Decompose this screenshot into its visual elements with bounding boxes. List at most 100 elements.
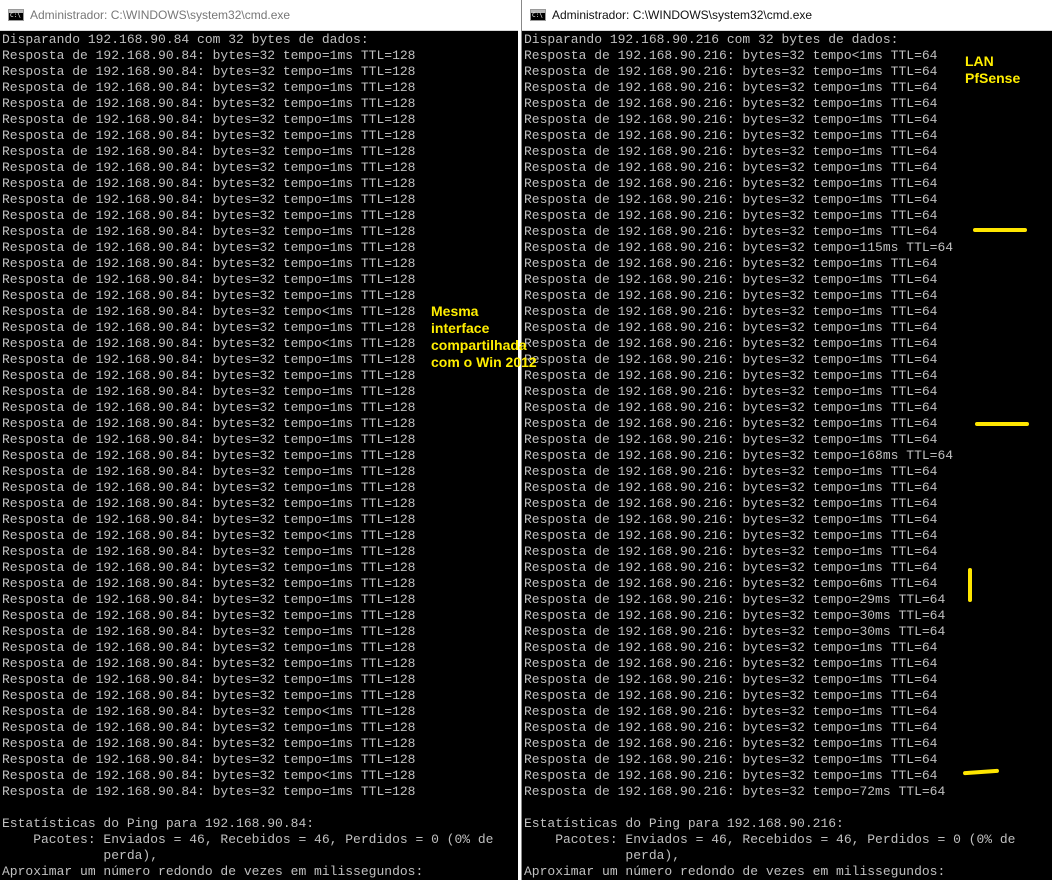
console-line: Aproximar um número redondo de vezes em … (2, 864, 424, 879)
console-line: Resposta de 192.168.90.84: bytes=32 temp… (2, 64, 416, 79)
console-line: Resposta de 192.168.90.84: bytes=32 temp… (2, 656, 416, 671)
console-line: Estatísticas do Ping para 192.168.90.216… (524, 816, 844, 831)
console-line: Aproximar um número redondo de vezes em … (524, 864, 946, 879)
console-line: Resposta de 192.168.90.216: bytes=32 tem… (524, 560, 938, 575)
console-line: Resposta de 192.168.90.84: bytes=32 temp… (2, 592, 416, 607)
window-title: Administrador: C:\WINDOWS\system32\cmd.e… (30, 8, 291, 22)
console-line: Resposta de 192.168.90.84: bytes=32 temp… (2, 720, 416, 735)
console-line: Resposta de 192.168.90.216: bytes=32 tem… (524, 528, 938, 543)
console-line: Resposta de 192.168.90.84: bytes=32 temp… (2, 560, 416, 575)
console-line: Resposta de 192.168.90.216: bytes=32 tem… (524, 144, 938, 159)
console-line: Resposta de 192.168.90.84: bytes=32 temp… (2, 416, 416, 431)
console-line: Resposta de 192.168.90.84: bytes=32 temp… (2, 496, 416, 511)
console-line: Resposta de 192.168.90.84: bytes=32 temp… (2, 80, 416, 95)
console-line: Resposta de 192.168.90.216: bytes=32 tem… (524, 736, 938, 751)
console-line: Resposta de 192.168.90.84: bytes=32 temp… (2, 704, 416, 719)
console-line: Resposta de 192.168.90.84: bytes=32 temp… (2, 288, 416, 303)
console-line: Resposta de 192.168.90.84: bytes=32 temp… (2, 112, 416, 127)
console-line: Resposta de 192.168.90.84: bytes=32 temp… (2, 400, 416, 415)
annotation-text-right: LAN PfSense (965, 53, 1021, 86)
console-line: Resposta de 192.168.90.216: bytes=32 tem… (524, 592, 946, 607)
annotation-text-left: Mesma interface compartilhada com o Win … (431, 303, 537, 370)
console-line: Resposta de 192.168.90.216: bytes=32 tem… (524, 224, 938, 239)
console-line: Disparando 192.168.90.84 com 32 bytes de… (2, 32, 369, 47)
console-line: Resposta de 192.168.90.84: bytes=32 temp… (2, 528, 416, 543)
console-line: Resposta de 192.168.90.216: bytes=32 tem… (524, 128, 938, 143)
console-line: Resposta de 192.168.90.216: bytes=32 tem… (524, 336, 938, 351)
console-line: Resposta de 192.168.90.216: bytes=32 tem… (524, 192, 938, 207)
console-line: Pacotes: Enviados = 46, Recebidos = 46, … (524, 832, 1016, 847)
console-line: Resposta de 192.168.90.216: bytes=32 tem… (524, 608, 946, 623)
console-line: Resposta de 192.168.90.84: bytes=32 temp… (2, 464, 416, 479)
console-line: Resposta de 192.168.90.216: bytes=32 tem… (524, 640, 938, 655)
console-line: Resposta de 192.168.90.84: bytes=32 temp… (2, 640, 416, 655)
console-line: Resposta de 192.168.90.84: bytes=32 temp… (2, 752, 416, 767)
cmd-window-right[interactable]: Administrador: C:\WINDOWS\system32\cmd.e… (521, 0, 1052, 880)
console-line: Resposta de 192.168.90.216: bytes=32 tem… (524, 512, 938, 527)
console-line: Resposta de 192.168.90.216: bytes=32 tem… (524, 208, 938, 223)
console-line: Resposta de 192.168.90.84: bytes=32 temp… (2, 624, 416, 639)
console-line: Resposta de 192.168.90.216: bytes=32 tem… (524, 96, 938, 111)
console-line: Resposta de 192.168.90.216: bytes=32 tem… (524, 752, 938, 767)
console-line: Resposta de 192.168.90.216: bytes=32 tem… (524, 432, 938, 447)
console-line: perda), (2, 848, 159, 863)
console-line: Pacotes: Enviados = 46, Recebidos = 46, … (2, 832, 494, 847)
cmd-window-left[interactable]: Administrador: C:\WINDOWS\system32\cmd.e… (0, 0, 519, 880)
console-line: Resposta de 192.168.90.216: bytes=32 tem… (524, 448, 954, 463)
console-line: Resposta de 192.168.90.216: bytes=32 tem… (524, 720, 938, 735)
console-output[interactable]: Disparando 192.168.90.84 com 32 bytes de… (0, 31, 518, 880)
console-line: Resposta de 192.168.90.216: bytes=32 tem… (524, 384, 938, 399)
console-line: Resposta de 192.168.90.84: bytes=32 temp… (2, 256, 416, 271)
console-line: perda), (524, 848, 681, 863)
console-line: Resposta de 192.168.90.84: bytes=32 temp… (2, 208, 416, 223)
console-line: Resposta de 192.168.90.216: bytes=32 tem… (524, 256, 938, 271)
cmd-icon (8, 9, 24, 21)
console-line: Resposta de 192.168.90.216: bytes=32 tem… (524, 496, 938, 511)
window-title: Administrador: C:\WINDOWS\system32\cmd.e… (552, 8, 813, 22)
highlight-mark (975, 422, 1029, 426)
console-output[interactable]: Disparando 192.168.90.216 com 32 bytes d… (522, 31, 1052, 880)
console-line: Resposta de 192.168.90.216: bytes=32 tem… (524, 416, 938, 431)
console-line: Resposta de 192.168.90.84: bytes=32 temp… (2, 672, 416, 687)
title-bar[interactable]: Administrador: C:\WINDOWS\system32\cmd.e… (0, 0, 518, 31)
console-line: Resposta de 192.168.90.216: bytes=32 tem… (524, 272, 938, 287)
console-line: Resposta de 192.168.90.216: bytes=32 tem… (524, 624, 946, 639)
console-line: Resposta de 192.168.90.216: bytes=32 tem… (524, 672, 938, 687)
console-line: Resposta de 192.168.90.216: bytes=32 tem… (524, 176, 938, 191)
console-line: Resposta de 192.168.90.84: bytes=32 temp… (2, 160, 416, 175)
console-line: Resposta de 192.168.90.84: bytes=32 temp… (2, 384, 416, 399)
console-line: Estatísticas do Ping para 192.168.90.84: (2, 816, 315, 831)
console-line: Resposta de 192.168.90.216: bytes=32 tem… (524, 464, 938, 479)
highlight-mark (973, 228, 1027, 232)
console-line: Resposta de 192.168.90.216: bytes=32 tem… (524, 304, 938, 319)
console-line: Resposta de 192.168.90.84: bytes=32 temp… (2, 768, 416, 783)
console-line: Resposta de 192.168.90.84: bytes=32 temp… (2, 448, 416, 463)
console-line: Disparando 192.168.90.216 com 32 bytes d… (524, 32, 899, 47)
console-line: Resposta de 192.168.90.84: bytes=32 temp… (2, 224, 416, 239)
console-line: Resposta de 192.168.90.216: bytes=32 tem… (524, 704, 938, 719)
console-line: Resposta de 192.168.90.84: bytes=32 temp… (2, 736, 416, 751)
console-line: Resposta de 192.168.90.84: bytes=32 temp… (2, 128, 416, 143)
console-line: Resposta de 192.168.90.216: bytes=32 tem… (524, 112, 938, 127)
console-line: Resposta de 192.168.90.84: bytes=32 temp… (2, 480, 416, 495)
console-line: Resposta de 192.168.90.216: bytes=32 tem… (524, 240, 954, 255)
console-line: Resposta de 192.168.90.216: bytes=32 tem… (524, 352, 938, 367)
console-line: Resposta de 192.168.90.84: bytes=32 temp… (2, 176, 416, 191)
console-line: Resposta de 192.168.90.84: bytes=32 temp… (2, 544, 416, 559)
console-line: Resposta de 192.168.90.216: bytes=32 tem… (524, 400, 938, 415)
console-line: Resposta de 192.168.90.84: bytes=32 temp… (2, 432, 416, 447)
console-line: Resposta de 192.168.90.84: bytes=32 temp… (2, 512, 416, 527)
console-line: Resposta de 192.168.90.216: bytes=32 tem… (524, 368, 938, 383)
console-line: Resposta de 192.168.90.216: bytes=32 tem… (524, 320, 938, 335)
console-line: Resposta de 192.168.90.216: bytes=32 tem… (524, 480, 938, 495)
console-line: Resposta de 192.168.90.216: bytes=32 tem… (524, 656, 938, 671)
title-bar[interactable]: Administrador: C:\WINDOWS\system32\cmd.e… (522, 0, 1052, 31)
console-line: Resposta de 192.168.90.84: bytes=32 temp… (2, 608, 416, 623)
console-line: Resposta de 192.168.90.84: bytes=32 temp… (2, 192, 416, 207)
console-line: Resposta de 192.168.90.84: bytes=32 temp… (2, 96, 416, 111)
console-line: Resposta de 192.168.90.84: bytes=32 temp… (2, 272, 416, 287)
console-line: Resposta de 192.168.90.216: bytes=32 tem… (524, 784, 946, 799)
console-line: Resposta de 192.168.90.84: bytes=32 temp… (2, 240, 416, 255)
